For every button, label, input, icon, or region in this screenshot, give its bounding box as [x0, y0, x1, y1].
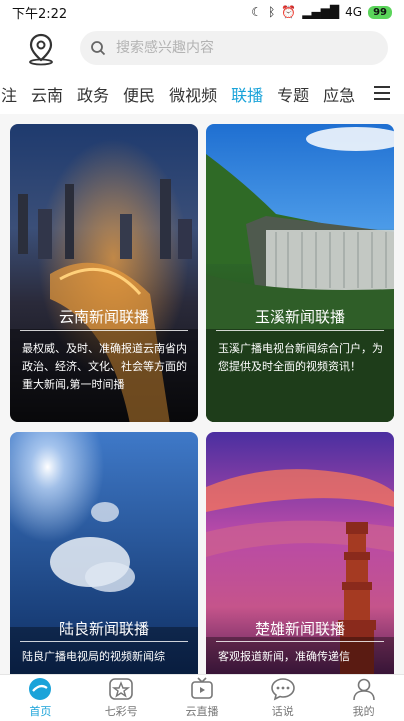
card-description: 玉溪广播电视台新闻综合门户，为您提供及时全面的视频资讯！ [218, 342, 383, 373]
card-description: 陆良广播电视局的视频新闻综 [22, 650, 165, 663]
divider [20, 641, 188, 642]
search-bar[interactable] [80, 31, 388, 65]
tab-services[interactable]: 便民 [116, 82, 162, 106]
bluetooth-icon: ᛒ [268, 5, 276, 19]
search-icon [91, 41, 106, 56]
tab-special[interactable]: 专题 [270, 82, 316, 106]
status-time: 下午2:22 [12, 6, 68, 22]
tab-government[interactable]: 政务 [70, 82, 116, 106]
nav-label: 首页 [29, 705, 52, 718]
card-title: 玉溪新闻联播 [254, 308, 345, 326]
tab-yunnan[interactable]: 云南 [24, 82, 70, 106]
status-bar: 下午2:22 ☾ ᛒ ⏰ ▂▄▆█ 4G 99 [0, 0, 404, 24]
network-label: 4G [345, 5, 363, 19]
nav-label: 话说 [271, 705, 294, 718]
menu-icon[interactable] [374, 86, 390, 100]
card-image [206, 124, 394, 422]
nav-qicaihao[interactable]: 七彩号 [81, 675, 162, 721]
star-icon [109, 678, 133, 700]
nav-live[interactable]: 云直播 [162, 675, 243, 721]
user-icon [352, 678, 375, 701]
tab-partial[interactable]: 注 [0, 82, 24, 106]
nav-label: 云直播 [185, 705, 219, 718]
card-luliang[interactable]: 陆良新闻联播 陆良广播电视局的视频新闻综 [10, 432, 198, 674]
status-icons: ☾ ᛒ ⏰ ▂▄▆█ 4G 99 [251, 5, 392, 19]
card-title: 云南新闻联播 [58, 308, 149, 326]
tab-micro-video[interactable]: 微视频 [162, 82, 224, 106]
card-yuxi[interactable]: 玉溪新闻联播 玉溪广播电视台新闻综合门户，为您提供及时全面的视频资讯！ [206, 124, 394, 422]
tab-list: 注 云南 政务 便民 微视频 联播 专题 应急 [0, 82, 362, 106]
tab-lianbo[interactable]: 联播 [224, 82, 270, 106]
bottom-nav: 首页 七彩号 云直播 话说 我的 [0, 674, 404, 721]
nav-label: 七彩号 [104, 705, 138, 718]
divider [216, 641, 384, 642]
chat-icon [270, 678, 295, 701]
nav-home[interactable]: 首页 [0, 675, 81, 721]
alarm-icon: ⏰ [281, 5, 297, 19]
nav-mine[interactable]: 我的 [323, 675, 404, 721]
channel-tabs: 注 云南 政务 便民 微视频 联播 专题 应急 [0, 74, 404, 114]
battery-indicator: 99 [368, 5, 392, 19]
moon-icon: ☾ [251, 5, 263, 19]
divider [20, 330, 188, 331]
nav-label: 我的 [352, 705, 375, 718]
content-grid: 云南新闻联播 最权威、及时、准确报道云南省内政治、经济、文化、社会等方面的重大新… [0, 114, 404, 674]
card-title: 楚雄新闻联播 [254, 620, 345, 638]
card-description: 最权威、及时、准确报道云南省内政治、经济、文化、社会等方面的重大新闻,第一时间播 [22, 342, 187, 391]
tv-icon [191, 677, 213, 699]
search-input[interactable] [114, 39, 368, 57]
card-title: 陆良新闻联播 [58, 620, 149, 638]
home-icon [29, 678, 52, 700]
card-yunnan[interactable]: 云南新闻联播 最权威、及时、准确报道云南省内政治、经济、文化、社会等方面的重大新… [10, 124, 198, 422]
tab-emergency[interactable]: 应急 [316, 82, 362, 106]
card-chuxiong[interactable]: 楚雄新闻联播 客观报道新闻，准确传递信 [206, 432, 394, 674]
card-description: 客观报道新闻，准确传递信 [218, 650, 350, 663]
location-icon[interactable] [26, 32, 56, 66]
signal-icon: ▂▄▆█ [302, 5, 340, 19]
divider [216, 330, 384, 331]
header [0, 24, 404, 74]
nav-talk[interactable]: 话说 [242, 675, 323, 721]
